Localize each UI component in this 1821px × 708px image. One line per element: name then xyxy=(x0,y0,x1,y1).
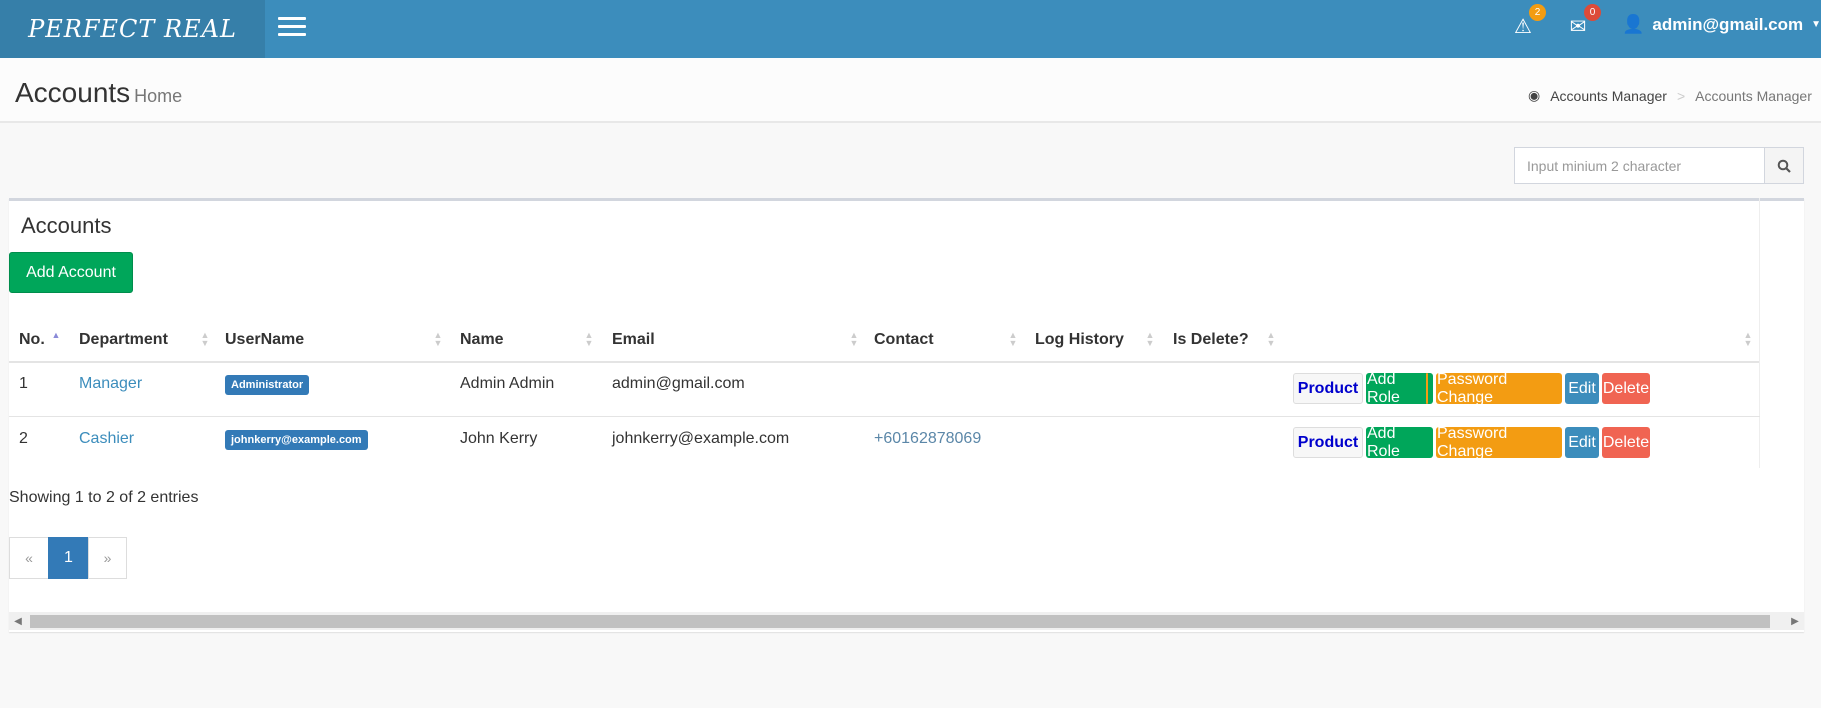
messages-badge: 0 xyxy=(1584,4,1601,21)
cell-no: 1 xyxy=(19,375,28,392)
user-menu[interactable]: 👤 admin@gmail.com ▼ xyxy=(1622,14,1821,35)
table-edge xyxy=(1759,198,1760,468)
scroll-right-icon[interactable]: ▶ xyxy=(1786,612,1804,630)
add-role-button[interactable]: Add Role xyxy=(1366,371,1433,406)
product-button[interactable]: Product xyxy=(1293,373,1363,404)
column-header-name[interactable]: Name xyxy=(460,318,504,362)
delete-button[interactable]: Delete xyxy=(1602,373,1650,404)
sort-icon[interactable]: ▲ ▼ xyxy=(1145,331,1155,349)
sidebar-toggle-icon[interactable] xyxy=(278,17,306,39)
scrollbar-thumb[interactable] xyxy=(30,615,1770,628)
search-input[interactable] xyxy=(1514,147,1765,184)
caret-down-icon: ▼ xyxy=(1811,19,1821,30)
column-header-is-delete[interactable]: Is Delete? xyxy=(1173,318,1249,362)
cell-no: 2 xyxy=(19,430,28,447)
search-button[interactable] xyxy=(1764,147,1804,184)
sort-asc-icon[interactable]: ▲ xyxy=(51,331,61,349)
dashboard-icon: ◉ xyxy=(1528,87,1541,103)
page-title-text: Accounts xyxy=(15,77,131,108)
password-change-button[interactable]: Password Change xyxy=(1436,371,1562,406)
table-info: Showing 1 to 2 of 2 entries xyxy=(9,489,199,506)
box-title: Accounts xyxy=(21,213,112,238)
pagination-prev[interactable]: « xyxy=(9,537,49,579)
sort-icon[interactable]: ▲ ▼ xyxy=(584,331,594,349)
sort-icon[interactable]: ▲ ▼ xyxy=(849,331,859,349)
breadcrumb: ◉ Accounts Manager > Accounts Manager xyxy=(1528,87,1812,104)
envelope-icon: ✉ xyxy=(1569,16,1587,38)
pagination-page-1[interactable]: 1 xyxy=(48,537,89,579)
search-icon xyxy=(1777,159,1791,173)
accounts-box xyxy=(9,198,1804,632)
breadcrumb-item[interactable]: Accounts Manager xyxy=(1550,88,1667,104)
username-label: Administrator xyxy=(225,375,310,395)
column-header-username[interactable]: UserName xyxy=(225,318,304,362)
page-subtitle: Home xyxy=(134,86,183,106)
top-navbar xyxy=(0,0,1821,58)
page-title: Accounts Home xyxy=(15,77,182,109)
cell-name: John Kerry xyxy=(460,430,538,447)
delete-button[interactable]: Delete xyxy=(1602,427,1650,458)
username-label: johnkerry@example.com xyxy=(225,430,368,450)
column-header-log-history[interactable]: Log History xyxy=(1035,318,1124,362)
sort-icon[interactable]: ▲ ▼ xyxy=(1266,331,1276,349)
sort-icon[interactable]: ▲ ▼ xyxy=(1743,331,1753,349)
cell-email: johnkerry@example.com xyxy=(612,430,790,447)
pagination-next[interactable]: » xyxy=(88,537,127,579)
user-icon: 👤 xyxy=(1622,14,1645,34)
warning-icon: ⚠ xyxy=(1514,16,1532,38)
sort-icon[interactable]: ▲ ▼ xyxy=(1008,331,1018,349)
column-header-no[interactable]: No. xyxy=(19,318,45,362)
row-divider xyxy=(9,416,1760,417)
messages-button[interactable]: ✉ 0 xyxy=(1565,4,1601,40)
cell-email: admin@gmail.com xyxy=(612,375,745,392)
alerts-button[interactable]: ⚠ 2 xyxy=(1510,4,1546,40)
column-header-department[interactable]: Department xyxy=(79,318,168,362)
user-email: admin@gmail.com xyxy=(1652,14,1804,34)
cell-name: Admin Admin xyxy=(460,375,555,392)
scroll-left-icon[interactable]: ◀ xyxy=(9,612,27,630)
password-change-button[interactable]: Password Change xyxy=(1436,425,1562,460)
header-divider xyxy=(9,361,1760,363)
column-header-contact[interactable]: Contact xyxy=(874,318,934,362)
sort-icon[interactable]: ▲ ▼ xyxy=(200,331,210,349)
logo[interactable]: PERFECT REAL xyxy=(0,0,265,58)
department-link[interactable]: Cashier xyxy=(79,429,134,449)
edit-button[interactable]: Edit xyxy=(1565,427,1599,458)
add-role-button[interactable]: Add Role xyxy=(1366,425,1433,460)
alerts-badge: 2 xyxy=(1529,4,1546,21)
edit-button[interactable]: Edit xyxy=(1565,373,1599,404)
breadcrumb-current: Accounts Manager xyxy=(1695,87,1812,104)
cell-contact: +60162878069 xyxy=(874,430,982,447)
breadcrumb-separator: > xyxy=(1676,87,1686,104)
department-link[interactable]: Manager xyxy=(79,374,142,394)
column-header-email[interactable]: Email xyxy=(612,318,655,362)
add-account-button[interactable]: Add Account xyxy=(9,252,133,293)
product-button[interactable]: Product xyxy=(1293,427,1363,458)
sort-icon[interactable]: ▲ ▼ xyxy=(433,331,443,349)
